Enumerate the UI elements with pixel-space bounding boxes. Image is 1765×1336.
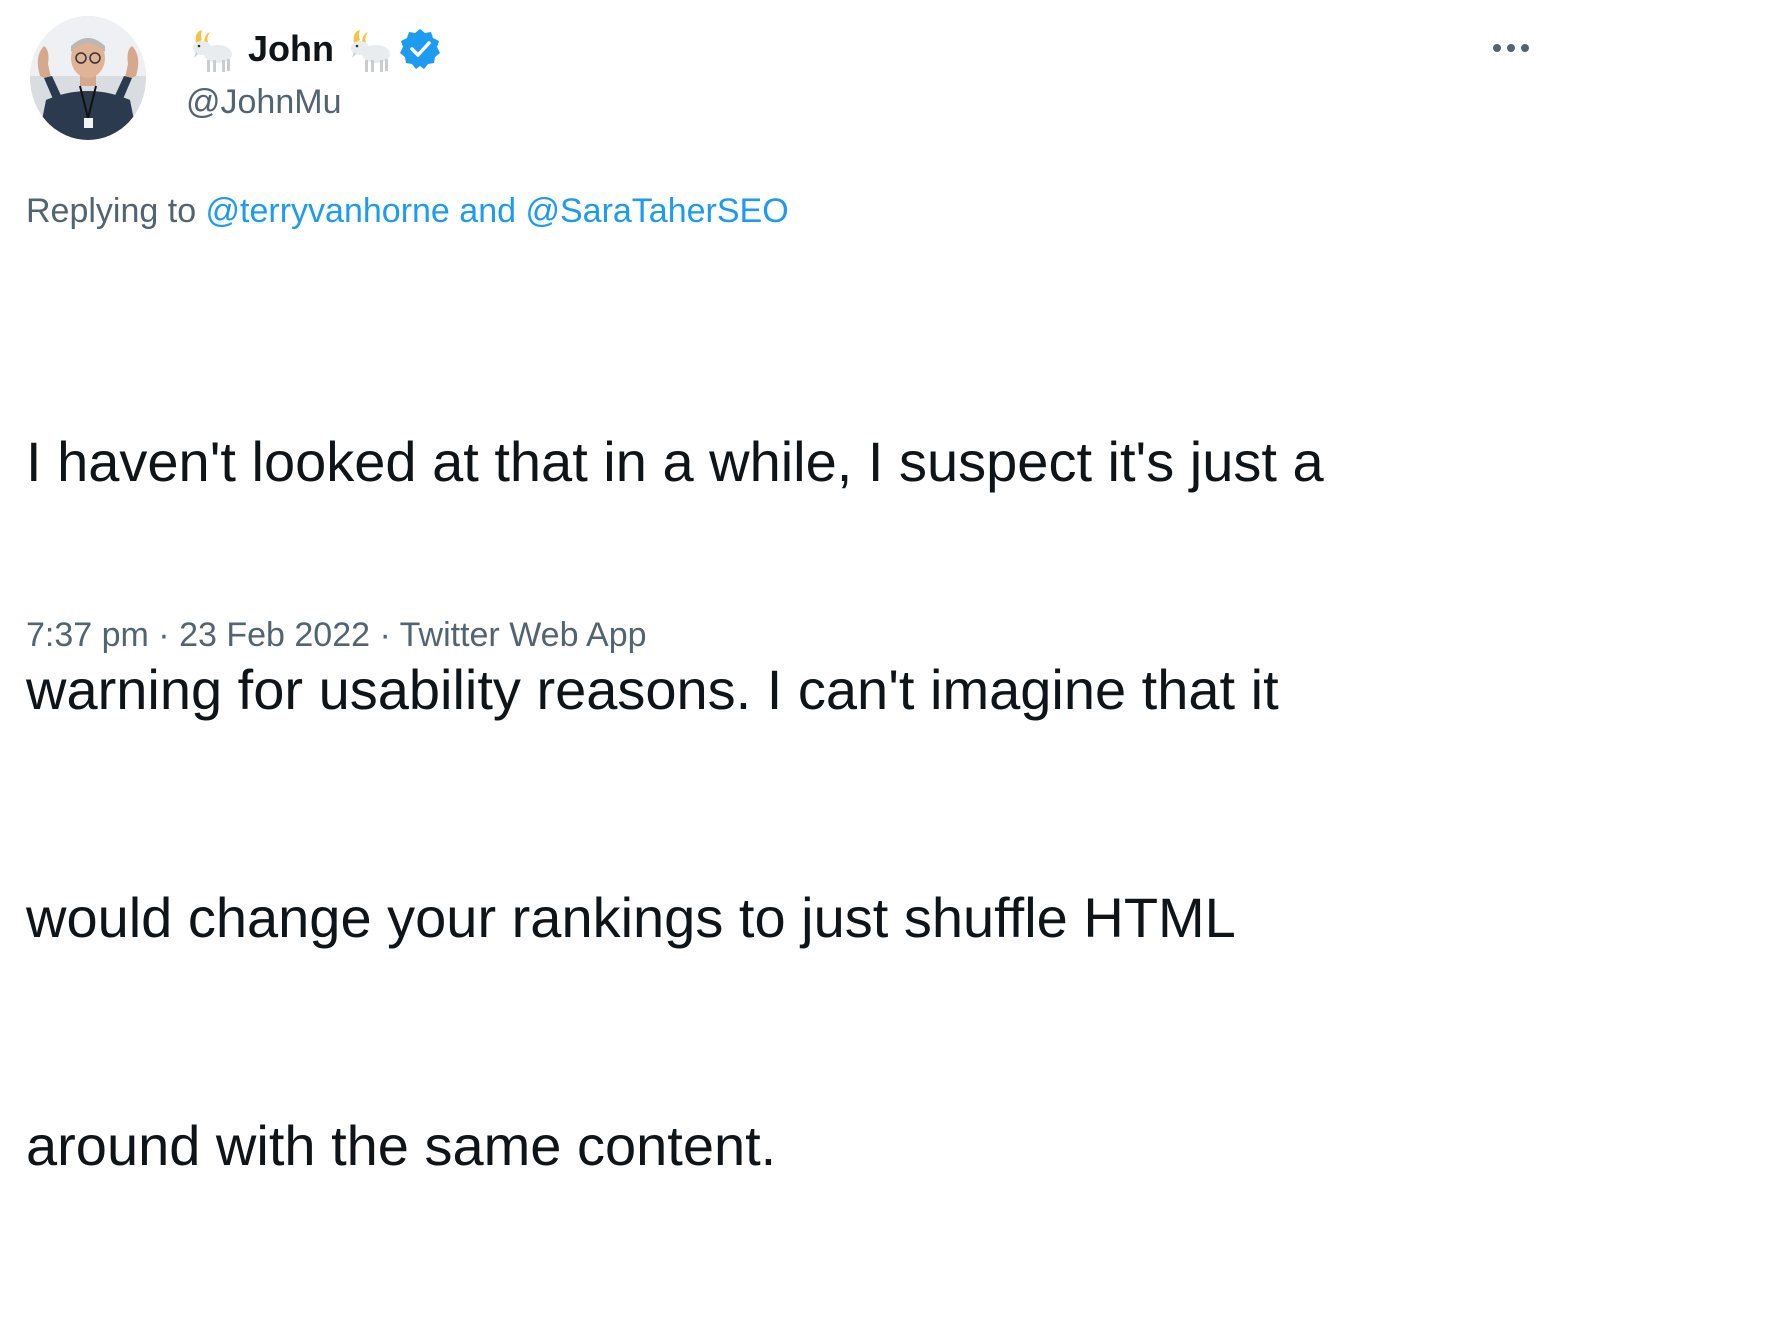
reply-joiner: and [449,192,526,230]
tweet-card: John @JohnMu Replying to @terryvanhorne … [0,0,1765,1177]
tweet-header: John @JohnMu [186,22,442,122]
reply-prefix: Replying to [26,192,206,230]
tweet-text: I haven't looked at that in a while, I s… [26,272,1526,1336]
more-options-icon [1493,44,1501,52]
avatar-photo [30,16,146,140]
author-name-row[interactable]: John [186,22,442,76]
reply-context: Replying to @terryvanhorne and @SaraTahe… [26,192,789,231]
tweet-text-line: warning for usability reasons. I can't i… [26,658,1279,721]
author-handle[interactable]: @JohnMu [186,82,442,122]
avatar[interactable] [30,16,146,140]
verified-badge-icon[interactable] [398,27,442,71]
tweet-text-line: would change your rankings to just shuff… [26,886,1236,949]
meta-separator: · [148,616,180,654]
display-name[interactable]: John [248,28,334,70]
more-options-button[interactable] [1486,30,1536,66]
goat-emoji-icon [186,24,236,74]
tweet-text-line: I haven't looked at that in a while, I s… [26,430,1324,493]
goat-emoji-icon [344,24,394,74]
tweet-date-link[interactable]: 23 Feb 2022 [179,616,370,654]
meta-separator: · [370,616,400,654]
mention-link-terryvanhorne[interactable]: @terryvanhorne [206,192,450,230]
tweet-time-link[interactable]: 7:37 pm [26,616,149,654]
mention-link-sarataherseo[interactable]: @SaraTaherSEO [525,192,788,230]
tweet-source-link[interactable]: Twitter Web App [400,616,647,654]
tweet-meta: 7:37 pm · 23 Feb 2022 · Twitter Web App [26,616,647,655]
tweet-text-line: around with the same content. [26,1114,777,1177]
